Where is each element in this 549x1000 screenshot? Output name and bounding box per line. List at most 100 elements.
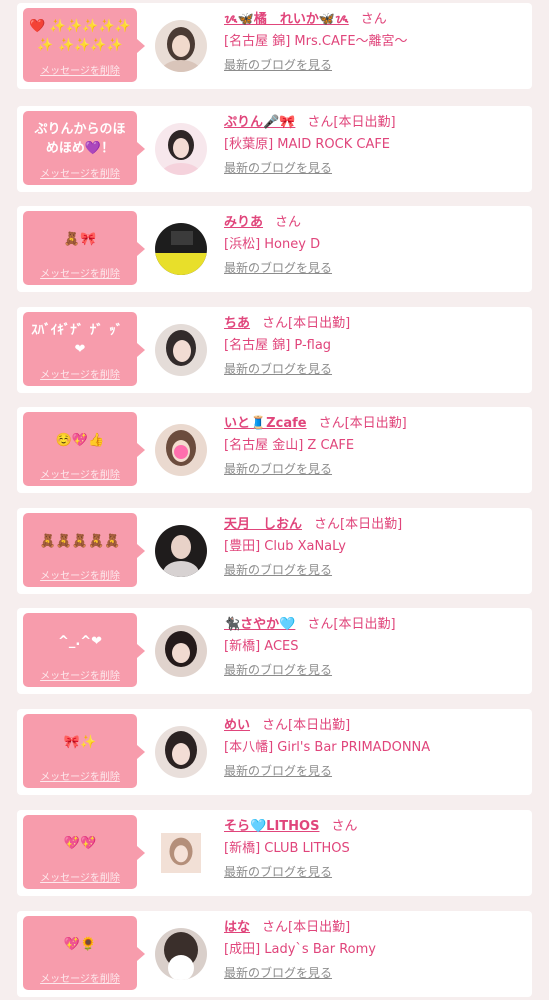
- message-bubble: 💖🌻 メッセージを削除: [23, 916, 145, 990]
- latest-blog-link[interactable]: 最新のブログを見る: [224, 661, 332, 678]
- shop-info: [成田] Lady`s Bar Romy: [224, 942, 376, 957]
- name-line: みりあ さん: [224, 212, 524, 234]
- honorific: さん[本日出勤]: [262, 316, 351, 331]
- shop-info: [名古屋 錦] Mrs.CAFE〜離宮〜: [224, 34, 408, 49]
- list-item: 💖💖 メッセージを削除 そら🩵LITHOS さん [新橋] CLUB LITHOS…: [17, 810, 532, 896]
- latest-blog-link[interactable]: 最新のブログを見る: [224, 360, 332, 377]
- message-bubble: ｽﾊﾞｲｷﾞﾅ゛ﾅ゛ｯ゛❤ メッセージを削除: [23, 312, 145, 386]
- shop-info: [名古屋 錦] P-flag: [224, 338, 332, 353]
- message-text: ☺️💖👍: [55, 432, 105, 448]
- girl-name-link[interactable]: はな: [224, 920, 250, 935]
- avatar[interactable]: [155, 324, 207, 376]
- avatar[interactable]: [155, 928, 207, 980]
- delete-message-link[interactable]: メッセージを削除: [23, 970, 137, 985]
- girl-name-link[interactable]: ちあ: [224, 316, 250, 331]
- list-item: ぷりんからのほめほめ💜！ メッセージを削除 ぷりん🎤🎀 さん[本日出勤] [秋葉原…: [17, 106, 532, 192]
- delete-message-link[interactable]: メッセージを削除: [23, 768, 137, 783]
- name-line: ぷりん🎤🎀 さん[本日出勤]: [224, 112, 524, 134]
- latest-blog-link[interactable]: 最新のブログを見る: [224, 460, 332, 477]
- delete-message-link[interactable]: メッセージを削除: [23, 62, 137, 77]
- info: 🐈‍⬛さやか🩵 さん[本日出勤] [新橋] ACES 最新のブログを見る: [224, 614, 524, 678]
- message-text: 🧸🎀: [63, 231, 97, 247]
- info: みりあ さん [浜松] Honey D 最新のブログを見る: [224, 212, 524, 276]
- avatar[interactable]: [155, 525, 207, 577]
- latest-blog-link[interactable]: 最新のブログを見る: [224, 863, 332, 880]
- girl-name-link[interactable]: 天月 しおん: [224, 517, 302, 532]
- info: ᝰ🦋橘 れいか🦋ᝰ さん [名古屋 錦] Mrs.CAFE〜離宮〜 最新のブログを…: [224, 9, 524, 73]
- delete-message-link[interactable]: メッセージを削除: [23, 667, 137, 682]
- info: めい さん[本日出勤] [本八幡] Girl's Bar PRIMADONNA 最…: [224, 715, 524, 779]
- latest-blog-link[interactable]: 最新のブログを見る: [224, 964, 332, 981]
- avatar[interactable]: [155, 424, 207, 476]
- girl-name-link[interactable]: ᝰ🦋橘 れいか🦋ᝰ: [224, 12, 349, 27]
- message-text: 🎀✨: [63, 734, 97, 750]
- latest-blog-link[interactable]: 最新のブログを見る: [224, 159, 332, 176]
- avatar[interactable]: [155, 726, 207, 778]
- message-text: ぷりんからのほめほめ💜！: [34, 122, 126, 156]
- shop-info: [名古屋 金山] Z CAFE: [224, 438, 355, 453]
- info: 天月 しおん さん[本日出勤] [豊田] Club XaNaLy 最新のブログを見…: [224, 514, 524, 578]
- latest-blog-link[interactable]: 最新のブログを見る: [224, 561, 332, 578]
- honorific: さん[本日出勤]: [262, 718, 351, 733]
- name-line: ᝰ🦋橘 れいか🦋ᝰ さん: [224, 9, 524, 31]
- honorific: さん[本日出勤]: [307, 115, 396, 130]
- list-item: ☺️💖👍 メッセージを削除 いと🧵Zcafe さん[本日出勤] [名古屋 金山] …: [17, 407, 532, 493]
- delete-message-link[interactable]: メッセージを削除: [23, 165, 137, 180]
- avatar[interactable]: [161, 833, 201, 873]
- list-item: ❤️ ✨✨✨✨✨✨ ✨✨✨✨ メッセージを削除 ᝰ🦋橘 れいか🦋ᝰ さん [名古屋…: [17, 3, 532, 89]
- honorific: さん[本日出勤]: [314, 517, 403, 532]
- shop-info: [豊田] Club XaNaLy: [224, 539, 346, 554]
- latest-blog-link[interactable]: 最新のブログを見る: [224, 56, 332, 73]
- avatar[interactable]: [155, 223, 207, 275]
- message-bubble: ☺️💖👍 メッセージを削除: [23, 412, 145, 486]
- delete-message-link[interactable]: メッセージを削除: [23, 366, 137, 381]
- honorific: さん[本日出勤]: [307, 617, 396, 632]
- girl-name-link[interactable]: みりあ: [224, 215, 263, 230]
- honorific: さん: [275, 215, 302, 230]
- info: そら🩵LITHOS さん [新橋] CLUB LITHOS 最新のブログを見る: [224, 816, 524, 880]
- honorific: さん: [360, 12, 387, 27]
- name-line: ちあ さん[本日出勤]: [224, 313, 524, 335]
- message-bubble: 💖💖 メッセージを削除: [23, 815, 145, 889]
- latest-blog-link[interactable]: 最新のブログを見る: [224, 762, 332, 779]
- girl-name-link[interactable]: めい: [224, 718, 250, 733]
- info: いと🧵Zcafe さん[本日出勤] [名古屋 金山] Z CAFE 最新のブログを…: [224, 413, 524, 477]
- latest-blog-link[interactable]: 最新のブログを見る: [224, 259, 332, 276]
- message-bubble: 🎀✨ メッセージを削除: [23, 714, 145, 788]
- list-item: ^_.^❤ メッセージを削除 🐈‍⬛さやか🩵 さん[本日出勤] [新橋] ACES…: [17, 608, 532, 694]
- info: はな さん[本日出勤] [成田] Lady`s Bar Romy 最新のブログを見…: [224, 917, 524, 981]
- info: ぷりん🎤🎀 さん[本日出勤] [秋葉原] MAID ROCK CAFE 最新のブロ…: [224, 112, 524, 176]
- avatar[interactable]: [155, 123, 207, 175]
- shop-info: [秋葉原] MAID ROCK CAFE: [224, 137, 391, 152]
- girl-name-link[interactable]: ぷりん🎤🎀: [224, 115, 295, 130]
- girl-name-link[interactable]: いと🧵Zcafe: [224, 416, 307, 431]
- honorific: さん[本日出勤]: [318, 416, 407, 431]
- shop-info: [新橋] ACES: [224, 639, 299, 654]
- message-bubble: ^_.^❤ メッセージを削除: [23, 613, 145, 687]
- name-line: いと🧵Zcafe さん[本日出勤]: [224, 413, 524, 435]
- delete-message-link[interactable]: メッセージを削除: [23, 567, 137, 582]
- message-bubble: 🧸🧸🧸🧸🧸 メッセージを削除: [23, 513, 145, 587]
- message-text: ❤️ ✨✨✨✨✨✨ ✨✨✨✨: [29, 19, 131, 53]
- delete-message-link[interactable]: メッセージを削除: [23, 466, 137, 481]
- girl-name-link[interactable]: そら🩵LITHOS: [224, 819, 319, 834]
- delete-message-link[interactable]: メッセージを削除: [23, 265, 137, 280]
- list-item: 🧸🎀 メッセージを削除 みりあ さん [浜松] Honey D 最新のブログを見る: [17, 206, 532, 292]
- shop-info: [浜松] Honey D: [224, 237, 321, 252]
- list-item: 🧸🧸🧸🧸🧸 メッセージを削除 天月 しおん さん[本日出勤] [豊田] Club …: [17, 508, 532, 594]
- message-text: ｽﾊﾞｲｷﾞﾅ゛ﾅ゛ｯ゛❤: [31, 323, 129, 357]
- shop-info: [本八幡] Girl's Bar PRIMADONNA: [224, 740, 431, 755]
- list-item: 💖🌻 メッセージを削除 はな さん[本日出勤] [成田] Lady`s Bar R…: [17, 911, 532, 997]
- name-line: はな さん[本日出勤]: [224, 917, 524, 939]
- girl-name-link[interactable]: 🐈‍⬛さやか🩵: [224, 617, 295, 632]
- shop-info: [新橋] CLUB LITHOS: [224, 841, 350, 856]
- delete-message-link[interactable]: メッセージを削除: [23, 869, 137, 884]
- avatar[interactable]: [155, 20, 207, 72]
- message-text: 💖💖: [63, 835, 97, 851]
- name-line: 天月 しおん さん[本日出勤]: [224, 514, 524, 536]
- message-bubble: ぷりんからのほめほめ💜！ メッセージを削除: [23, 111, 145, 185]
- list-item: 🎀✨ メッセージを削除 めい さん[本日出勤] [本八幡] Girl's Bar …: [17, 709, 532, 795]
- name-line: めい さん[本日出勤]: [224, 715, 524, 737]
- avatar[interactable]: [155, 625, 207, 677]
- info: ちあ さん[本日出勤] [名古屋 錦] P-flag 最新のブログを見る: [224, 313, 524, 377]
